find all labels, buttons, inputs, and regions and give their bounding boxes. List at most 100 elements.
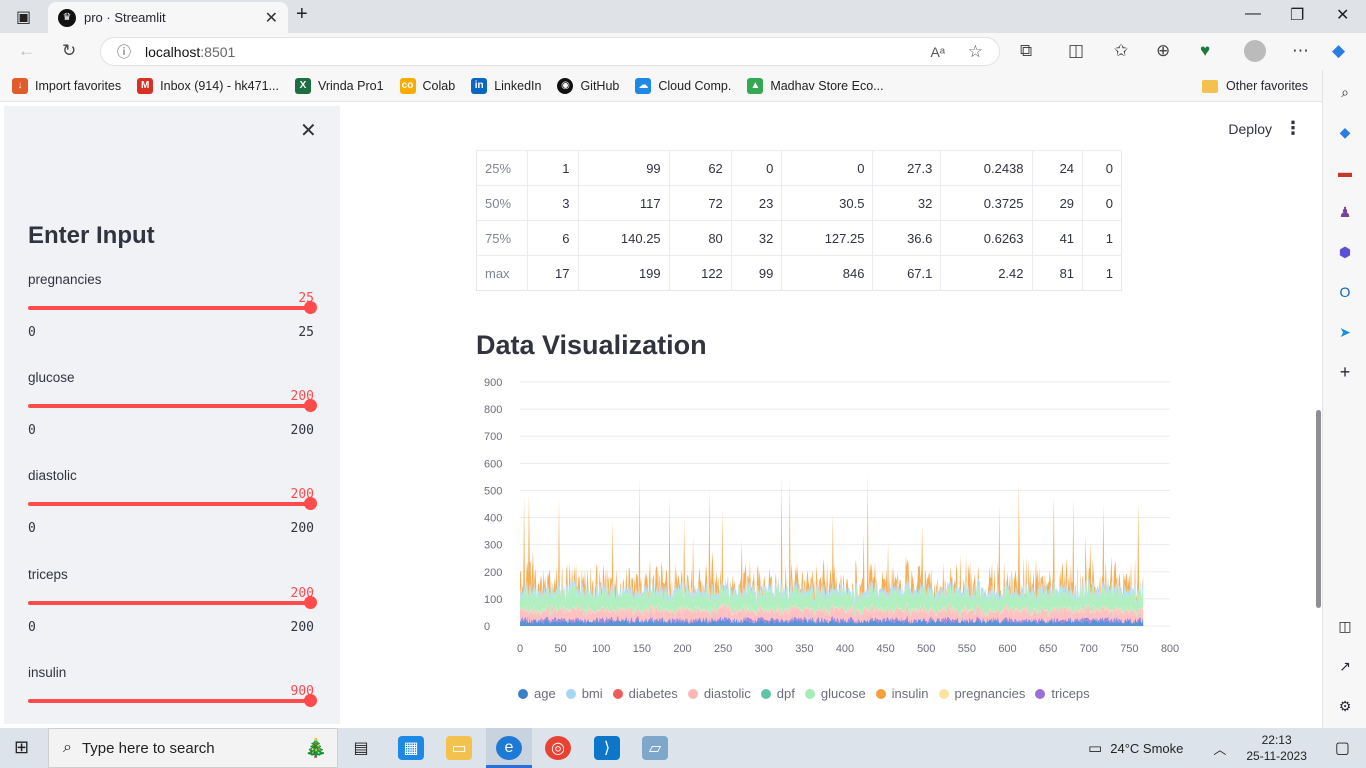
slider-track[interactable] <box>28 306 310 310</box>
slider-thumb[interactable] <box>304 497 317 510</box>
github-icon: ◉ <box>557 77 574 94</box>
triceps-slider[interactable]: triceps 200 0 200 <box>28 567 317 657</box>
slider-max: 200 <box>290 521 314 536</box>
x-tick-label: 500 <box>917 643 935 655</box>
open-external-icon[interactable]: ↗ <box>1335 656 1355 676</box>
legend-item[interactable]: pregnancies <box>938 686 1025 701</box>
favorite-item[interactable]: X Vrinda Pro1 <box>294 77 384 94</box>
pregnancies-slider[interactable]: pregnancies 25 0 25 <box>28 272 317 362</box>
favorite-item[interactable]: in LinkedIn <box>471 77 542 94</box>
store-icon[interactable]: ▦ <box>398 736 424 760</box>
section-title: Data Visualization <box>476 330 707 360</box>
series-area-insulin <box>520 473 1144 603</box>
legend-item[interactable]: diabetes <box>612 686 678 701</box>
other-favorites[interactable]: Other favorites <box>1202 70 1308 102</box>
window-close-icon[interactable]: ✕ <box>1336 5 1349 25</box>
slider-min: 0 <box>28 521 36 536</box>
slider-track[interactable] <box>28 699 310 703</box>
send-icon[interactable]: ➤ <box>1335 322 1355 342</box>
table-cell: 30.5 <box>781 185 874 221</box>
sidebar-settings-icon[interactable]: ⚙ <box>1335 696 1355 716</box>
taskbar-clock[interactable]: 22:13 25-11-2023 <box>1246 732 1307 764</box>
legend-item[interactable]: bmi <box>565 686 603 701</box>
maximize-icon[interactable]: ❐ <box>1290 5 1304 25</box>
input-sidebar: ✕ Enter Input pregnancies 25 0 25 glucos… <box>4 106 340 724</box>
tray-chevron-icon[interactable]: ︿ <box>1213 739 1226 758</box>
favorite-item[interactable]: ↓ Import favorites <box>12 77 121 94</box>
favorite-item[interactable]: ☁ Cloud Comp. <box>635 77 731 94</box>
extensions-icon[interactable]: ⧉ <box>1020 41 1032 61</box>
favorite-item[interactable]: M Inbox (914) - hk471... <box>137 77 279 94</box>
legend-item[interactable]: triceps <box>1035 686 1090 701</box>
notes-app-icon[interactable]: ▱ <box>642 736 668 760</box>
slider-track[interactable] <box>28 404 310 408</box>
legend-item[interactable]: glucose <box>804 686 866 701</box>
legend-item[interactable]: diastolic <box>687 686 751 701</box>
site-info-icon[interactable]: ⓘ <box>117 42 131 62</box>
url-bar[interactable]: ⓘ localhost:8501 Aᵃ ☆ <box>100 37 1000 66</box>
minimize-icon[interactable]: — <box>1245 5 1261 23</box>
sidebar-toggle-icon[interactable]: ◫ <box>1335 616 1355 636</box>
x-tick-label: 450 <box>876 643 894 655</box>
favorite-item[interactable]: co Colab <box>399 77 455 94</box>
search-icon[interactable]: ⌕ <box>1335 82 1355 102</box>
x-tick-label: 650 <box>1039 643 1057 655</box>
slider-thumb[interactable] <box>304 596 317 609</box>
toolbox-icon[interactable]: ▬ <box>1335 162 1355 182</box>
vscode-icon[interactable]: ⟩ <box>594 736 620 760</box>
games-icon[interactable]: ♟ <box>1335 202 1355 222</box>
new-tab-icon[interactable]: + <box>296 3 308 26</box>
diastolic-slider[interactable]: diastolic 200 0 200 <box>28 468 317 558</box>
notifications-icon[interactable]: ▢ <box>1335 738 1350 758</box>
table-cell: 23 <box>731 185 783 221</box>
read-aloud-icon[interactable]: Aᵃ <box>930 44 945 60</box>
slider-max: 200 <box>290 620 314 635</box>
slider-track[interactable] <box>28 601 310 605</box>
legend-swatch <box>518 688 528 699</box>
split-screen-icon[interactable]: ◫ <box>1068 41 1084 61</box>
add-icon[interactable]: + <box>1335 362 1355 382</box>
profile-avatar[interactable] <box>1244 40 1266 62</box>
glucose-slider[interactable]: glucose 200 0 200 <box>28 370 317 460</box>
edge-browser-icon[interactable]: e <box>496 736 522 760</box>
file-explorer-icon[interactable]: ▭ <box>446 736 472 760</box>
favorites-icon[interactable]: ✩ <box>1114 41 1128 61</box>
sidebar-close-icon[interactable]: ✕ <box>300 118 317 143</box>
slider-thumb[interactable] <box>304 301 317 314</box>
chrome-icon[interactable]: ◎ <box>545 736 571 760</box>
legend-item[interactable]: age <box>518 686 556 701</box>
windows-taskbar: ⊞ ⌕ Type here to search 🎄 ▤ ▦ ▭ e ◎ ⟩ ▱ … <box>0 728 1366 768</box>
favorite-item[interactable]: ◉ GitHub <box>557 77 619 94</box>
main-menu-icon[interactable]: ⋮ <box>1284 118 1302 139</box>
slider-track[interactable] <box>28 502 310 506</box>
slider-label: glucose <box>28 370 75 385</box>
legend-item[interactable]: dpf <box>760 686 795 701</box>
browser-essentials-icon[interactable]: ♥ <box>1200 41 1210 61</box>
collections-icon[interactable]: ⊕ <box>1156 41 1170 61</box>
outlook-icon[interactable]: O <box>1335 282 1355 302</box>
tab-actions-icon[interactable]: ▣ <box>16 7 31 27</box>
refresh-icon[interactable]: ↻ <box>62 41 76 61</box>
windows-start-icon[interactable]: ⊞ <box>14 737 29 758</box>
y-tick-label: 100 <box>484 594 502 606</box>
x-tick-label: 550 <box>958 643 976 655</box>
back-icon[interactable]: ← <box>18 41 35 61</box>
insulin-slider[interactable]: insulin 900 <box>28 665 317 724</box>
page-scrollbar[interactable] <box>1316 410 1321 608</box>
slider-thumb[interactable] <box>304 399 317 412</box>
browser-tab[interactable]: ♛ pro · Streamlit ✕ <box>48 2 288 33</box>
legend-item[interactable]: insulin <box>875 686 929 701</box>
office-icon[interactable]: ⬢ <box>1335 242 1355 262</box>
tab-close-icon[interactable]: ✕ <box>265 8 278 28</box>
settings-more-icon[interactable]: ⋯ <box>1292 41 1309 61</box>
favorite-star-icon[interactable]: ☆ <box>968 42 983 62</box>
copilot-icon[interactable]: ◆ <box>1332 41 1345 61</box>
tag-icon[interactable]: ◆ <box>1335 122 1355 142</box>
taskbar-search[interactable]: ⌕ Type here to search 🎄 <box>48 728 338 768</box>
favorite-item[interactable]: ▲ Madhav Store Eco... <box>747 77 884 94</box>
deploy-button[interactable]: Deploy <box>1228 121 1272 137</box>
favorite-label: LinkedIn <box>494 78 542 93</box>
weather-text[interactable]: 24°C Smoke <box>1110 741 1183 756</box>
task-view-icon[interactable]: ▤ <box>348 736 374 760</box>
slider-thumb[interactable] <box>304 694 317 707</box>
